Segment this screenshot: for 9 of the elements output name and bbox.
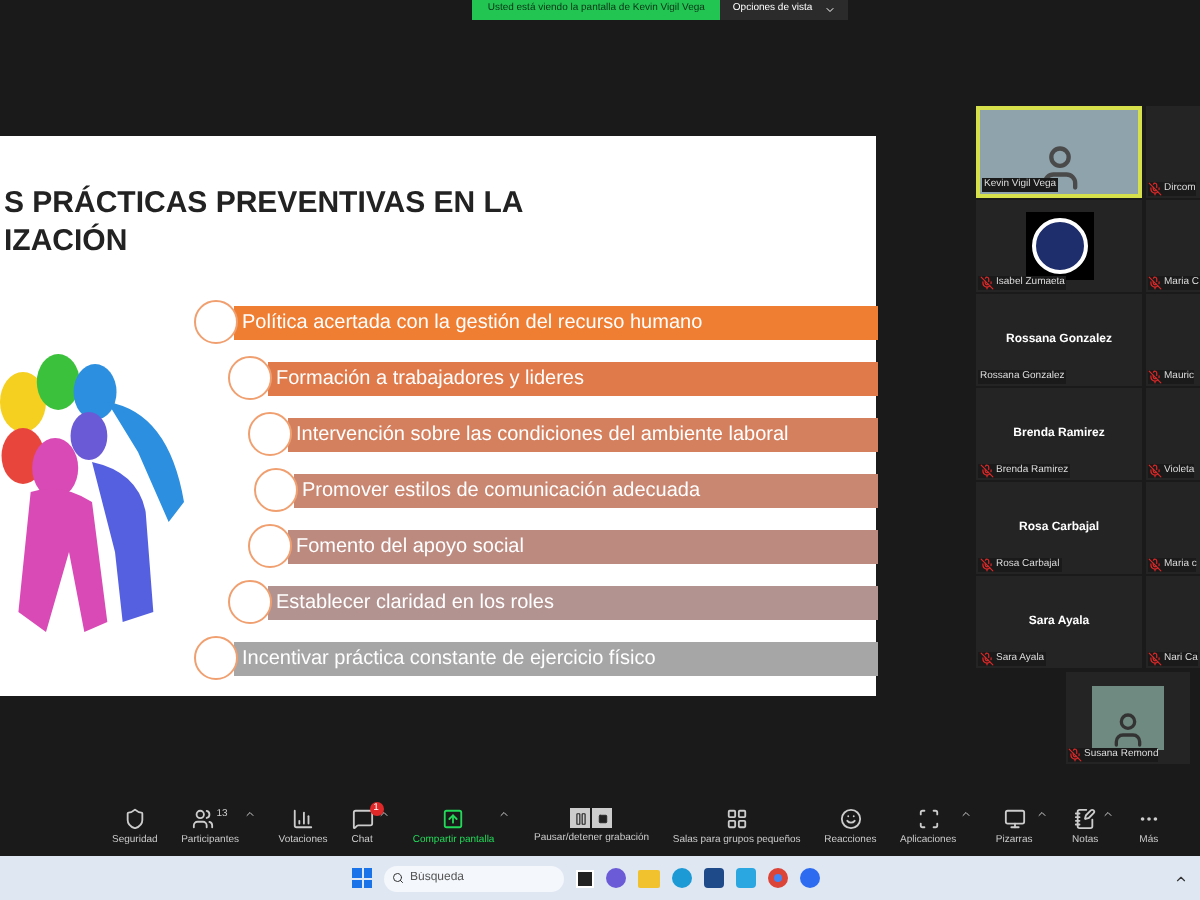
list-item-bar: Promover estilos de comunicación adecuada bbox=[294, 473, 878, 507]
list-item-bar: Intervención sobre las condiciones del ambiente laboral bbox=[288, 417, 878, 451]
list-item-bar: Establecer claridad en los roles bbox=[268, 585, 878, 619]
list-item-bar: Política acertada con la gestión del recurso humano bbox=[234, 305, 878, 339]
list-item-bar: Fomento del apoyo social bbox=[288, 529, 878, 563]
list-item-bar: Formación a trabajadores y lideres bbox=[268, 361, 878, 395]
list-item-bar: Incentivar práctica constante de ejercicio físico bbox=[234, 641, 878, 675]
slide-title: S PRÁCTICAS PREVENTIVAS EN LA bbox=[4, 184, 524, 222]
slide-title: IZACIÓN bbox=[4, 222, 130, 260]
